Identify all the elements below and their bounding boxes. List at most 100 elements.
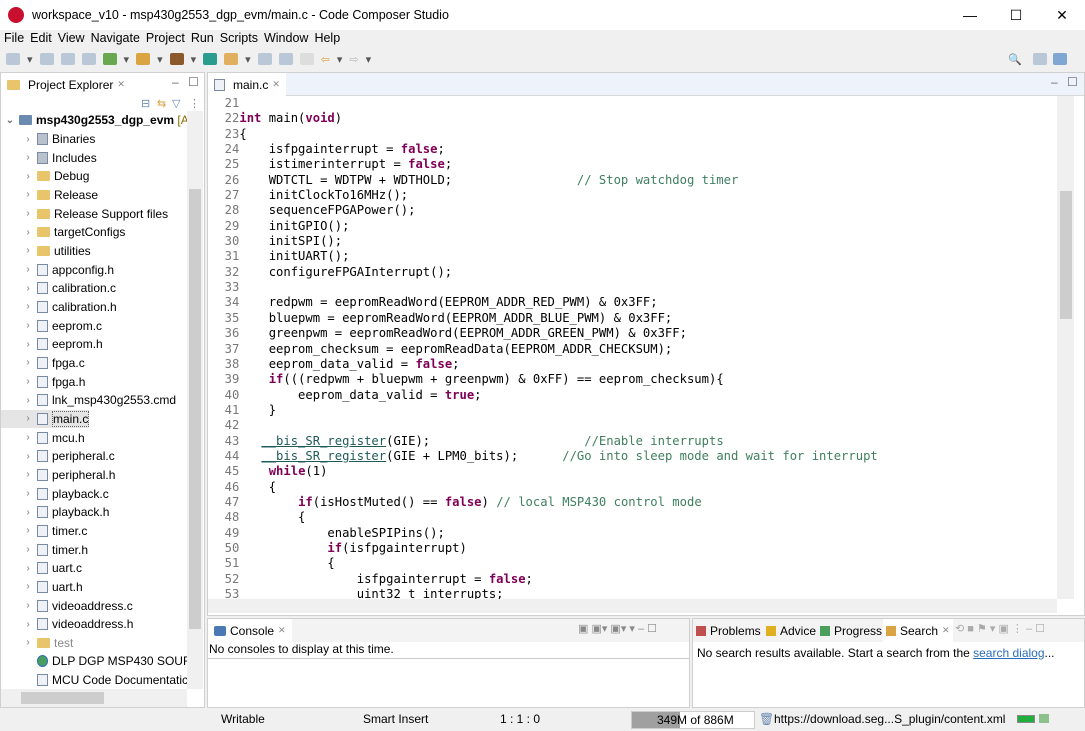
maximize-button[interactable]: ☐	[993, 0, 1039, 30]
scroll-thumb[interactable]	[189, 189, 201, 629]
search-view-toolbar[interactable]: ⟲ ■ ⚑ ▾ ▣ ⋮ – ☐	[955, 622, 1045, 635]
chevron-right-icon[interactable]: ›	[19, 339, 37, 350]
tree-item[interactable]: › timer.h	[1, 541, 88, 559]
code-line[interactable]: 50 if(isfpgainterrupt)	[210, 541, 1055, 556]
tree-item[interactable]: › peripheral.h	[1, 466, 115, 484]
forward-icon[interactable]: ⇨	[349, 53, 358, 66]
chevron-right-icon[interactable]: ›	[19, 320, 37, 331]
menu-help[interactable]: Help	[314, 31, 340, 49]
menu-project[interactable]: Project	[146, 31, 185, 49]
chevron-right-icon[interactable]: ›	[19, 432, 37, 443]
chevron-right-icon[interactable]: ›	[19, 376, 37, 387]
tree-item[interactable]: › Includes	[1, 149, 96, 167]
code-line[interactable]: 47 if(isHostMuted() == false) // local M…	[210, 495, 1055, 510]
code-line[interactable]: 45 while(1)	[210, 464, 1055, 479]
launch-icon[interactable]	[224, 53, 239, 65]
chevron-right-icon[interactable]: ›	[19, 451, 37, 462]
code-line[interactable]: 32 configureFPGAInterrupt();	[210, 265, 1055, 280]
chevron-right-icon[interactable]: ›	[19, 152, 37, 163]
tree-item[interactable]: › lnk_msp430g2553.cmd	[1, 391, 176, 409]
maximize-view-icon[interactable]: ☐	[188, 75, 199, 89]
tree-item[interactable]: › uart.c	[1, 559, 82, 577]
chevron-right-icon[interactable]: ›	[19, 245, 37, 256]
progress-view-icon[interactable]	[1039, 714, 1049, 723]
code-line[interactable]: 25 istimerinterrupt = false;	[210, 157, 1055, 172]
chevron-right-icon[interactable]: ›	[19, 525, 37, 536]
debug-icon[interactable]	[102, 53, 117, 65]
code-line[interactable]: 40 eeprom_data_valid = true;	[210, 388, 1055, 403]
tree-item[interactable]: › fpga.h	[1, 373, 85, 391]
tab-search[interactable]: Search ✕	[883, 619, 953, 642]
editor-horizontal-scrollbar[interactable]	[208, 599, 1057, 613]
chevron-right-icon[interactable]: ›	[19, 301, 37, 312]
menu-navigate[interactable]: Navigate	[91, 31, 140, 49]
tree-item[interactable]: › eeprom.c	[1, 317, 102, 335]
chevron-right-icon[interactable]: ›	[19, 637, 37, 648]
tree-item[interactable]: › calibration.c	[1, 279, 116, 297]
code-line[interactable]: 24 isfpgainterrupt = false;	[210, 142, 1055, 157]
tree-item[interactable]: MCU Code Documentatic	[1, 671, 187, 689]
tree-root[interactable]: ⌄ msp430g2553_dgp_evm [A	[1, 111, 187, 129]
code-line[interactable]: 52 isfpgainterrupt = false;	[210, 572, 1055, 587]
editor-scroll-thumb[interactable]	[1060, 191, 1072, 319]
chevron-right-icon[interactable]: ›	[19, 357, 37, 368]
tab-main-c[interactable]: main.c ✕	[208, 73, 286, 96]
search-dialog-link[interactable]: search dialog	[973, 646, 1044, 660]
tree-item[interactable]: › calibration.h	[1, 298, 116, 316]
search-icon[interactable]	[203, 53, 218, 65]
code-line[interactable]: 39 if(((redpwm + bluepwm + greenpwm) & 0…	[210, 372, 1055, 387]
menu-scripts[interactable]: Scripts	[220, 31, 258, 49]
menu-view[interactable]: View	[58, 31, 85, 49]
code-area[interactable]: 21 22int main(void) 23{ 24 isfpgainterru…	[210, 96, 1055, 599]
minimize-button[interactable]: —	[947, 0, 993, 30]
code-line[interactable]: 28 sequenceFPGAPower();	[210, 203, 1055, 218]
tree-item[interactable]: › videoaddress.h	[1, 615, 133, 633]
code-line[interactable]: 49 enableSPIPins();	[210, 526, 1055, 541]
close-icon[interactable]: ✕	[117, 79, 125, 90]
menu-run[interactable]: Run	[191, 31, 214, 49]
close-icon[interactable]: ✕	[942, 625, 950, 636]
build-icon[interactable]	[169, 53, 184, 65]
chevron-right-icon[interactable]: ›	[19, 189, 37, 200]
chevron-right-icon[interactable]: ›	[19, 488, 37, 499]
perspective-icon[interactable]	[1033, 53, 1047, 65]
tab-project-explorer[interactable]: Project Explorer ✕	[1, 73, 131, 96]
tree-item[interactable]: › videoaddress.c	[1, 597, 132, 615]
code-line[interactable]: 26 WDTCTL = WDTPW + WDTHOLD; // Stop wat…	[210, 173, 1055, 188]
code-line[interactable]: 22int main(void)	[210, 111, 1055, 126]
bookmark-icon[interactable]	[278, 53, 293, 65]
close-button[interactable]: ✕	[1039, 0, 1085, 30]
search-toolbar-icon[interactable]: 🔍	[1008, 53, 1022, 66]
minimize-editor-icon[interactable]: –	[1051, 75, 1058, 89]
code-line[interactable]: 30 initSPI();	[210, 234, 1055, 249]
code-line[interactable]: 27 initClockTo16MHz();	[210, 188, 1055, 203]
terminal-icon[interactable]	[81, 53, 96, 65]
tree-item[interactable]: › mcu.h	[1, 429, 84, 447]
close-icon[interactable]: ✕	[272, 79, 280, 90]
tree-item[interactable]: › Release	[1, 186, 98, 204]
code-line[interactable]: 48 {	[210, 510, 1055, 525]
chevron-right-icon[interactable]: ›	[19, 227, 37, 238]
console-toolbar[interactable]: ▣ ▣▾ ▣▾ ▾ – ☐	[578, 622, 657, 635]
hscroll-thumb[interactable]	[21, 692, 104, 704]
tree-item[interactable]: › Release Support files	[1, 205, 168, 223]
annotation-icon[interactable]	[257, 53, 272, 65]
new-icon[interactable]	[6, 53, 20, 65]
tab-advice[interactable]: Advice	[763, 619, 820, 642]
code-line[interactable]: 37 eeprom_checksum = eepromReadData(EEPR…	[210, 342, 1055, 357]
maximize-editor-icon[interactable]: ☐	[1067, 75, 1078, 89]
code-line[interactable]: 21	[210, 96, 1055, 111]
chevron-right-icon[interactable]: ›	[19, 413, 37, 424]
chevron-down-icon[interactable]: ⌄	[1, 115, 19, 126]
tree-item[interactable]: › Debug	[1, 167, 89, 185]
tree-item[interactable]: › peripheral.c	[1, 447, 114, 465]
tree-item[interactable]: › main.c	[1, 409, 90, 428]
code-line[interactable]: 42	[210, 418, 1055, 433]
tree-vertical-scrollbar[interactable]	[187, 111, 203, 689]
collapse-all-icon[interactable]: ⊟	[141, 97, 150, 110]
tree-item[interactable]: › fpga.c	[1, 354, 84, 372]
minimize-view-icon[interactable]: –	[172, 75, 179, 89]
editor-vertical-scrollbar[interactable]	[1057, 96, 1074, 599]
tree-item[interactable]: DLP DGP MSP430 SOURC	[1, 652, 187, 670]
menu-edit[interactable]: Edit	[30, 31, 52, 49]
